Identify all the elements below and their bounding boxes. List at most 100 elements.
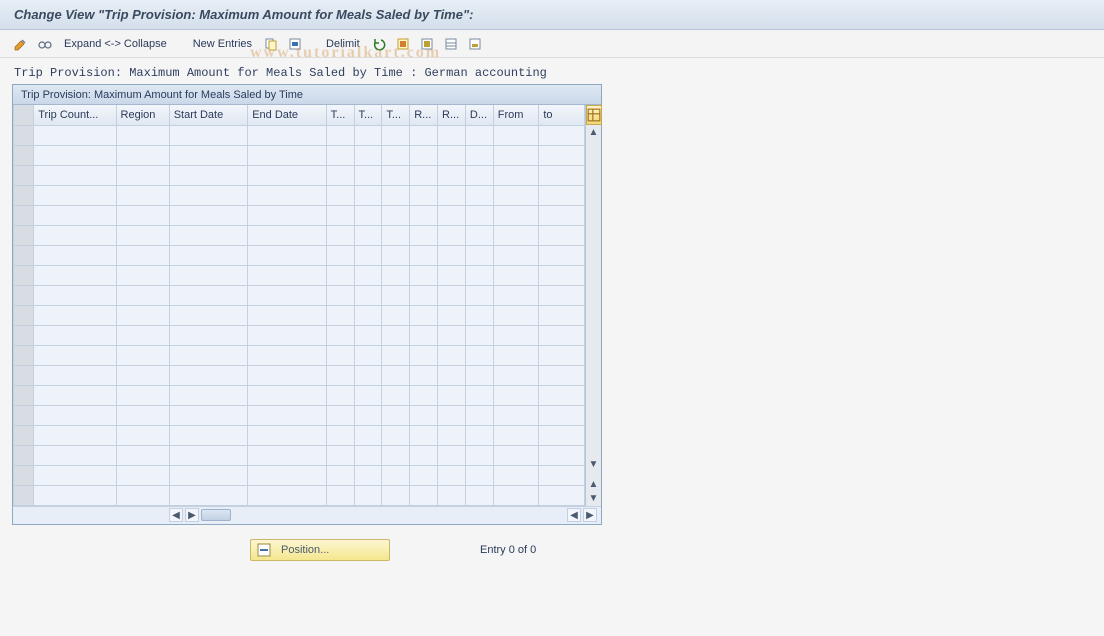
table-cell[interactable]: [493, 165, 539, 185]
table-cell[interactable]: [169, 145, 247, 165]
table-cell[interactable]: [326, 345, 354, 365]
table-cell[interactable]: [465, 445, 493, 465]
table-cell[interactable]: [539, 165, 585, 185]
table-row[interactable]: [14, 265, 585, 285]
table-cell[interactable]: [248, 285, 326, 305]
table-cell[interactable]: [410, 425, 438, 445]
table-cell[interactable]: [248, 125, 326, 145]
table-cell[interactable]: [438, 185, 466, 205]
table-cell[interactable]: [493, 405, 539, 425]
table-cell[interactable]: [493, 385, 539, 405]
table-cell[interactable]: [354, 165, 382, 185]
glasses-icon[interactable]: [36, 35, 54, 53]
table-row[interactable]: [14, 125, 585, 145]
table-cell[interactable]: [169, 385, 247, 405]
table-cell[interactable]: [539, 465, 585, 485]
table-cell[interactable]: [326, 285, 354, 305]
table-cell[interactable]: [248, 345, 326, 365]
table-cell[interactable]: [410, 305, 438, 325]
table-row[interactable]: [14, 405, 585, 425]
table-cell[interactable]: [116, 405, 169, 425]
table-cell[interactable]: [539, 365, 585, 385]
table-cell[interactable]: [465, 245, 493, 265]
table-cell[interactable]: [326, 485, 354, 505]
table-row[interactable]: [14, 385, 585, 405]
col-d[interactable]: D...: [465, 105, 493, 125]
table-cell[interactable]: [248, 325, 326, 345]
table-cell[interactable]: [116, 225, 169, 245]
table-cell[interactable]: [438, 485, 466, 505]
table-cell[interactable]: [116, 265, 169, 285]
table-cell[interactable]: [438, 465, 466, 485]
table-cell[interactable]: [382, 405, 410, 425]
undo-icon[interactable]: [370, 35, 388, 53]
row-selector[interactable]: [14, 485, 34, 505]
table-config-icon[interactable]: [586, 105, 602, 125]
table-cell[interactable]: [465, 305, 493, 325]
table-cell[interactable]: [382, 285, 410, 305]
table-cell[interactable]: [354, 445, 382, 465]
table-cell[interactable]: [116, 185, 169, 205]
table-cell[interactable]: [539, 445, 585, 465]
table-cell[interactable]: [493, 365, 539, 385]
row-selector[interactable]: [14, 425, 34, 445]
row-selector[interactable]: [14, 385, 34, 405]
table-cell[interactable]: [116, 285, 169, 305]
table-row[interactable]: [14, 345, 585, 365]
table-cell[interactable]: [169, 425, 247, 445]
table-cell[interactable]: [354, 285, 382, 305]
table-cell[interactable]: [438, 345, 466, 365]
table-cell[interactable]: [382, 385, 410, 405]
table-cell[interactable]: [326, 325, 354, 345]
table-cell[interactable]: [382, 465, 410, 485]
table-cell[interactable]: [169, 225, 247, 245]
delimit-button[interactable]: Delimit: [322, 38, 364, 50]
table-cell[interactable]: [493, 305, 539, 325]
table-cell[interactable]: [169, 285, 247, 305]
table-cell[interactable]: [465, 365, 493, 385]
row-selector[interactable]: [14, 405, 34, 425]
scroll-left-end-icon[interactable]: ◀: [567, 508, 581, 522]
table-cell[interactable]: [326, 205, 354, 225]
scroll-left-icon[interactable]: ◀: [169, 508, 183, 522]
table-row[interactable]: [14, 305, 585, 325]
table-cell[interactable]: [438, 385, 466, 405]
table-cell[interactable]: [493, 465, 539, 485]
table-cell[interactable]: [410, 265, 438, 285]
table-cell[interactable]: [539, 265, 585, 285]
col-t1[interactable]: T...: [326, 105, 354, 125]
new-entries-button[interactable]: New Entries: [189, 38, 256, 50]
col-to[interactable]: to: [539, 105, 585, 125]
table-cell[interactable]: [539, 485, 585, 505]
table-cell[interactable]: [438, 305, 466, 325]
table-cell[interactable]: [248, 245, 326, 265]
table-cell[interactable]: [539, 125, 585, 145]
table-cell[interactable]: [539, 225, 585, 245]
scroll-right-icon[interactable]: ▶: [583, 508, 597, 522]
table-cell[interactable]: [539, 325, 585, 345]
table-cell[interactable]: [354, 225, 382, 245]
table-cell[interactable]: [326, 385, 354, 405]
table-cell[interactable]: [465, 185, 493, 205]
table-cell[interactable]: [248, 265, 326, 285]
table-cell[interactable]: [34, 165, 116, 185]
horizontal-scrollbar[interactable]: ◀ ▶ ◀ ▶: [13, 506, 601, 524]
table-cell[interactable]: [248, 465, 326, 485]
table-cell[interactable]: [493, 225, 539, 245]
scroll-up-bottom-icon[interactable]: ▲: [587, 478, 601, 492]
table-cell[interactable]: [465, 325, 493, 345]
table-cell[interactable]: [539, 185, 585, 205]
table-cell[interactable]: [539, 385, 585, 405]
table-cell[interactable]: [116, 245, 169, 265]
table-cell[interactable]: [539, 305, 585, 325]
table-cell[interactable]: [493, 265, 539, 285]
table-cell[interactable]: [410, 285, 438, 305]
row-selector[interactable]: [14, 285, 34, 305]
table-cell[interactable]: [382, 365, 410, 385]
table-cell[interactable]: [34, 245, 116, 265]
deselect-all-icon[interactable]: [418, 35, 436, 53]
table-cell[interactable]: [116, 145, 169, 165]
table-cell[interactable]: [326, 405, 354, 425]
table-cell[interactable]: [410, 345, 438, 365]
table-cell[interactable]: [34, 185, 116, 205]
